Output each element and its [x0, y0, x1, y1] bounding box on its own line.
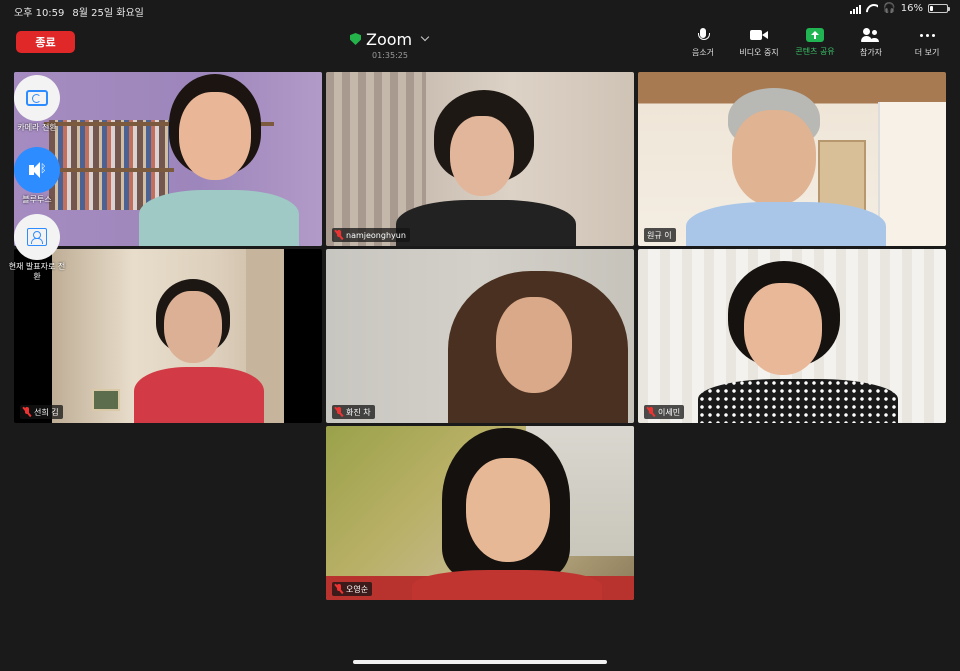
end-meeting-button[interactable]: 종료 [16, 31, 75, 53]
switch-presenter-label: 현재 발표자로 전환 [8, 262, 66, 281]
switch-presenter-control[interactable]: 현재 발표자로 전환 [9, 214, 65, 282]
muted-mic-icon [647, 407, 655, 417]
audio-route-control[interactable]: ᛒ 블루투스 [14, 147, 60, 205]
wifi-icon [866, 4, 878, 14]
more-label: 더 보기 [914, 48, 940, 57]
battery-percent: 16% [900, 3, 923, 14]
video-tile-wongyu[interactable]: 원규 이 [638, 72, 946, 246]
meeting-timer: 01:35:25 [372, 51, 408, 60]
share-icon [806, 28, 824, 42]
audio-route-button[interactable]: ᛒ [14, 147, 60, 193]
more-icon [917, 27, 937, 43]
video-feed [326, 249, 634, 423]
video-icon [749, 27, 769, 43]
camera-switch-button[interactable] [14, 75, 60, 121]
mute-button[interactable]: 음소거 [675, 27, 731, 59]
video-feed [14, 72, 322, 246]
battery-icon [928, 4, 950, 13]
status-bar: 오후 10:59 8월 25일 화요일 🎧 16% [0, 0, 960, 20]
participant-name: 화진 차 [346, 407, 371, 417]
camera-switch-control[interactable]: 카메라 전환 [14, 75, 60, 133]
meeting-title-dropdown[interactable]: Zoom [350, 28, 434, 50]
share-content-button[interactable]: 콘텐츠 공유 [787, 27, 843, 59]
participant-name-tag: 선희 김 [20, 405, 63, 419]
presenter-icon [27, 228, 47, 246]
participant-name-tag: 화진 차 [332, 405, 375, 419]
mic-icon [693, 27, 713, 43]
meeting-title: Zoom [366, 29, 413, 49]
participant-name-tag: namjeonghyun [332, 228, 410, 242]
participant-name: namjeonghyun [346, 230, 406, 240]
bluetooth-icon: ᛒ [40, 162, 47, 175]
video-feed [326, 72, 634, 246]
participant-name-tag: 오영순 [332, 582, 373, 596]
stop-video-label: 비디오 중지 [739, 48, 779, 57]
cellular-signal-icon [850, 4, 862, 14]
participants-button[interactable]: 참가자 [843, 27, 899, 59]
camera-switch-label: 카메라 전환 [17, 123, 57, 132]
video-feed [326, 426, 634, 600]
status-date: 8월 25일 화요일 [72, 8, 144, 19]
shield-icon [350, 33, 361, 45]
stop-video-button[interactable]: 비디오 중지 [731, 27, 787, 59]
video-feed [638, 249, 946, 423]
participants-label: 참가자 [859, 48, 883, 57]
participant-name: 이세민 [658, 407, 681, 417]
video-feed [638, 72, 946, 246]
status-time: 오후 10:59 [14, 8, 65, 19]
participant-name-tag: 원규 이 [644, 228, 676, 242]
video-tile-self[interactable] [14, 72, 322, 246]
more-button[interactable]: 더 보기 [899, 27, 955, 59]
video-tile-youngsoon[interactable]: 오영순 [326, 426, 634, 600]
muted-mic-icon [335, 407, 343, 417]
chevron-down-icon [420, 32, 430, 42]
participants-icon [861, 27, 881, 43]
mute-label: 음소거 [691, 48, 715, 57]
share-content-label: 콘텐츠 공유 [795, 47, 835, 56]
participant-name-tag: 이세민 [644, 405, 685, 419]
participant-name: 원규 이 [647, 230, 672, 240]
switch-presenter-button[interactable] [14, 214, 60, 260]
muted-mic-icon [335, 230, 343, 240]
participant-name: 선희 김 [34, 407, 59, 417]
video-tile-semin[interactable]: 이세민 [638, 249, 946, 423]
muted-mic-icon [23, 407, 31, 417]
headphones-icon: 🎧 [883, 3, 896, 14]
home-indicator[interactable] [353, 660, 607, 664]
video-tile-hwajin[interactable]: 화진 차 [326, 249, 634, 423]
muted-mic-icon [335, 584, 343, 594]
video-tile-namjeonghyun[interactable]: namjeonghyun [326, 72, 634, 246]
audio-route-label: 블루투스 [22, 195, 52, 204]
camera-switch-icon [26, 90, 48, 106]
participant-name: 오영순 [346, 584, 369, 594]
